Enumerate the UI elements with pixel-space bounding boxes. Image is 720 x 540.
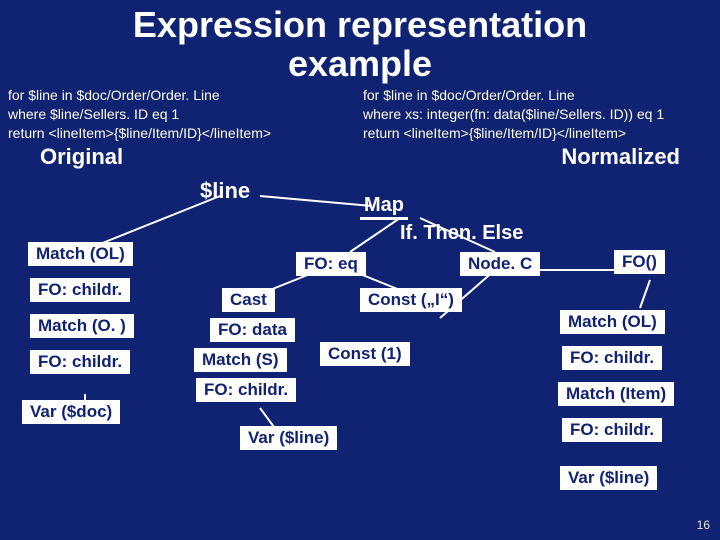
title-line1: Expression representation <box>133 4 587 45</box>
norm-l3: return <lineItem>{$line/Item/ID}</lineIt… <box>363 124 712 143</box>
page-number: 16 <box>697 518 710 532</box>
node-fo-data: FO: data <box>210 318 295 342</box>
tree-ite-label: If. Then. Else <box>400 222 523 245</box>
orig-l2: where $line/Sellers. ID eq 1 <box>8 105 357 124</box>
slide-title: Expression representation example <box>0 0 720 84</box>
tree-map-label: Map <box>360 194 408 220</box>
node-const-1: Const (1) <box>320 342 410 366</box>
label-normalized: Normalized <box>561 144 680 170</box>
node-fo-childr-l1: FO: childr. <box>30 278 130 302</box>
node-match-ol-r: Match (OL) <box>560 310 665 334</box>
node-cast: Cast <box>222 288 275 312</box>
node-fo-childr-m: FO: childr. <box>196 378 296 402</box>
node-nodec: Node. C <box>460 252 540 276</box>
node-const-i: Const („I“) <box>360 288 462 312</box>
node-var-line-m: Var ($line) <box>240 426 337 450</box>
node-fo-paren: FO() <box>614 250 665 274</box>
label-original: Original <box>40 144 123 170</box>
norm-l1: for $line in $doc/Order/Order. Line <box>363 86 712 105</box>
node-var-doc: Var ($doc) <box>22 400 120 424</box>
node-fo-childr-l2: FO: childr. <box>30 350 130 374</box>
node-match-s: Match (S) <box>194 348 287 372</box>
orig-l1: for $line in $doc/Order/Order. Line <box>8 86 357 105</box>
node-fo-childr-r2: FO: childr. <box>562 418 662 442</box>
norm-l2: where xs: integer(fn: data($line/Sellers… <box>363 105 712 124</box>
node-fo-childr-r1: FO: childr. <box>562 346 662 370</box>
title-line2: example <box>288 43 432 84</box>
code-columns: for $line in $doc/Order/Order. Line wher… <box>0 84 720 143</box>
node-fo-eq: FO: eq <box>296 252 366 276</box>
label-row: Original Normalized <box>0 142 720 170</box>
tree-diagram: $line Map If. Then. Else Match (OL) FO: … <box>0 170 720 530</box>
node-var-line-r: Var ($line) <box>560 466 657 490</box>
tree-line-label: $line <box>200 178 250 204</box>
node-match-o: Match (O. ) <box>30 314 134 338</box>
normalized-code: for $line in $doc/Order/Order. Line wher… <box>363 86 712 143</box>
node-match-ol-left: Match (OL) <box>28 242 133 266</box>
node-match-item: Match (Item) <box>558 382 674 406</box>
original-code: for $line in $doc/Order/Order. Line wher… <box>8 86 357 143</box>
orig-l3: return <lineItem>{$line/Item/ID}</lineIt… <box>8 124 357 143</box>
